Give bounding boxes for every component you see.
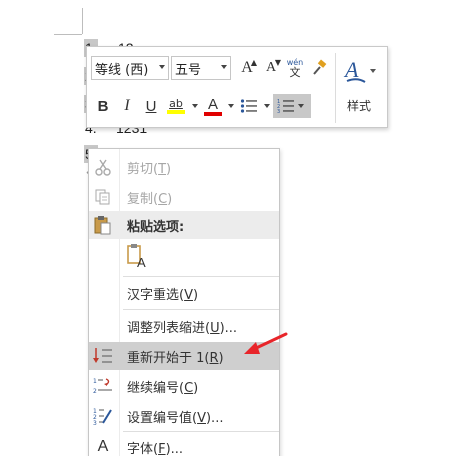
- phonetic-guide-button[interactable]: wén 文: [283, 56, 307, 80]
- toolbar-separator: [335, 53, 336, 123]
- mini-toolbar: 等线 (西) 五号 A ▲ A ▼ wén 文 B I U ab A 1 2 3…: [86, 46, 388, 128]
- menu-item-label: 复制(C): [127, 191, 173, 207]
- set-numbering-value-icon: 123: [93, 406, 113, 426]
- copy-icon: [93, 187, 113, 207]
- numbering-icon: 1 2 3: [277, 99, 294, 114]
- font-name-value: 等线 (西): [95, 62, 149, 78]
- bullets-button[interactable]: [237, 94, 261, 118]
- bullets-icon: [240, 99, 257, 113]
- paste-keep-text-only-button[interactable]: A: [127, 243, 151, 271]
- numbering-dropdown-icon: [298, 104, 304, 108]
- underline-button[interactable]: U: [139, 94, 163, 118]
- italic-button[interactable]: I: [115, 94, 139, 118]
- mini-toolbar-row-font: 等线 (西) 五号 A ▲ A ▼ wén 文: [91, 53, 331, 83]
- caret-down-icon: ▼: [274, 58, 281, 67]
- grow-font-button[interactable]: A ▲: [235, 56, 259, 80]
- caret-up-icon: ▲: [250, 58, 257, 67]
- format-painter-icon: [313, 59, 327, 75]
- styles-label: 样式: [347, 99, 372, 113]
- font-icon: A: [97, 438, 109, 455]
- menu-item-set-numbering-value[interactable]: 123 设置编号值(V)...: [89, 402, 279, 430]
- format-painter-button[interactable]: [307, 56, 331, 80]
- menu-item-label: 继续编号(C): [127, 380, 199, 396]
- menu-item-cut[interactable]: 剪切(T): [89, 153, 279, 181]
- highlight-button[interactable]: ab: [163, 94, 189, 118]
- margin-corner-mark-horizontal: [54, 34, 82, 35]
- font-name-combo[interactable]: 等线 (西): [91, 56, 169, 80]
- svg-text:3: 3: [277, 109, 280, 114]
- menu-item-continue-numbering[interactable]: 12 继续编号(C): [89, 372, 279, 400]
- svg-text:2: 2: [93, 388, 97, 395]
- menu-item-font[interactable]: A 字体(F)...: [89, 433, 279, 456]
- font-color-bar: [204, 111, 222, 116]
- svg-text:1: 1: [93, 378, 97, 385]
- paste-icon: [93, 215, 113, 235]
- menu-item-reconvert[interactable]: 汉字重选(V): [89, 279, 279, 307]
- chevron-down-icon: [159, 65, 165, 69]
- italic-icon: I: [124, 97, 130, 114]
- annotation-arrow-icon: [244, 332, 288, 354]
- continue-numbering-icon: 12: [93, 376, 113, 396]
- menu-item-label: 字体(F)...: [127, 441, 184, 456]
- numbering-button[interactable]: 1 2 3: [273, 94, 311, 118]
- styles-button[interactable]: A 样式: [339, 51, 385, 125]
- font-color-dropdown-icon[interactable]: [228, 104, 234, 108]
- highlight-icon: ab: [169, 97, 183, 110]
- restart-numbering-icon: [93, 346, 113, 366]
- mini-toolbar-row-format: B I U ab A 1 2 3: [91, 91, 311, 121]
- phonetic-guide-icon: wén 文: [287, 58, 304, 78]
- font-color-button[interactable]: A: [201, 94, 225, 118]
- highlight-color-bar: [167, 110, 185, 114]
- font-color-icon: A: [207, 95, 218, 113]
- menu-separator: [123, 309, 279, 310]
- chevron-down-icon: [221, 65, 227, 69]
- font-size-value: 五号: [175, 62, 202, 78]
- bold-icon: B: [97, 97, 109, 115]
- bold-button[interactable]: B: [91, 94, 115, 118]
- styles-icon: A: [343, 57, 376, 83]
- svg-text:3: 3: [93, 420, 97, 425]
- menu-separator: [123, 431, 279, 432]
- menu-item-label: 调整列表缩进(U)...: [127, 320, 238, 336]
- context-menu: 剪切(T) 复制(C) 粘贴选项: A 汉字重选(V) 调整列表缩进(U)...…: [88, 148, 280, 456]
- menu-item-label: 剪切(T): [127, 161, 172, 177]
- paste-text-only-icon: A: [127, 244, 146, 270]
- menu-header-paste-options: 粘贴选项:: [89, 211, 279, 239]
- scissors-icon: [93, 157, 113, 177]
- menu-item-label: 汉字重选(V): [127, 287, 199, 303]
- phonetic-bottom: 文: [289, 66, 301, 79]
- highlight-dropdown-icon[interactable]: [192, 104, 198, 108]
- margin-corner-mark-vertical: [82, 8, 83, 34]
- menu-item-label: 设置编号值(V)...: [127, 410, 224, 426]
- menu-separator: [123, 276, 279, 277]
- menu-item-label: 重新开始于 1(R): [127, 350, 224, 366]
- shrink-font-button[interactable]: A ▼: [259, 56, 283, 80]
- bullets-dropdown-icon[interactable]: [264, 104, 270, 108]
- menu-item-copy[interactable]: 复制(C): [89, 183, 279, 211]
- menu-item-label: 粘贴选项:: [127, 219, 185, 235]
- underline-icon: U: [145, 97, 157, 115]
- svg-text:A: A: [137, 255, 146, 269]
- font-size-combo[interactable]: 五号: [171, 56, 231, 80]
